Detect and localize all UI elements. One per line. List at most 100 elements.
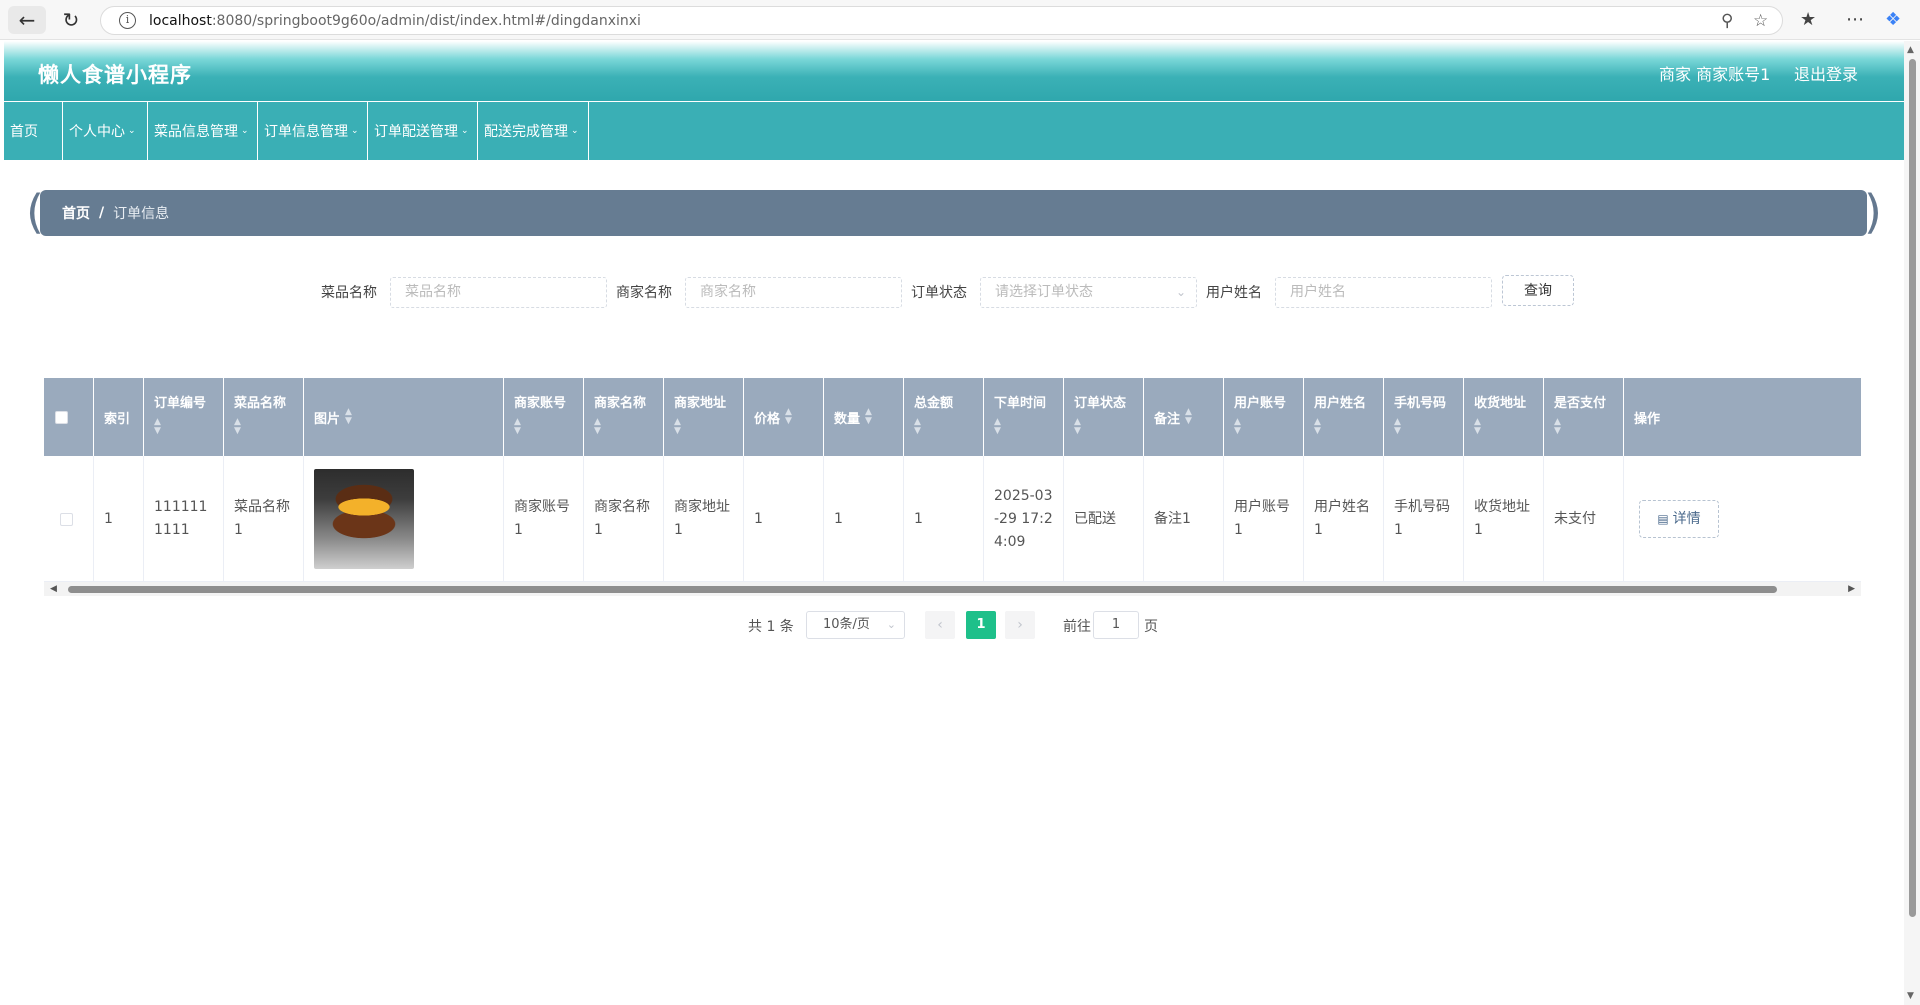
cell-merchant-account: 商家账号1 — [504, 456, 584, 582]
select-all-checkbox-cell — [44, 378, 94, 456]
col-header-remark[interactable]: 备注 ▲ ▼ — [1144, 378, 1224, 456]
cell-remark: 备注1 — [1144, 456, 1224, 582]
order-status-label: 订单状态 — [911, 285, 967, 301]
chevron-down-icon: ⌄ — [1175, 285, 1186, 299]
dish-name-label: 菜品名称 — [321, 285, 377, 301]
scroll-up-icon[interactable]: ▲ — [1907, 45, 1914, 55]
col-header-image[interactable]: 图片 ▲ ▼ — [304, 378, 504, 456]
query-button[interactable]: 查询 — [1502, 275, 1574, 306]
favorites-icon[interactable]: ★ — [1800, 9, 1816, 30]
select-all-checkbox[interactable] — [55, 410, 68, 424]
more-options-icon[interactable]: ⋯ — [1846, 9, 1864, 30]
col-header-address[interactable]: 收货地址 ▲ ▼ — [1464, 378, 1544, 456]
cell-dish-name: 菜品名称1 — [224, 456, 304, 582]
detail-button[interactable]: ▤ 详情 — [1639, 500, 1719, 538]
cell-merchant-name: 商家名称1 — [584, 456, 664, 582]
user-name-input[interactable]: 用户姓名 — [1275, 277, 1492, 308]
col-header-merchant-address[interactable]: 商家地址 ▲ ▼ — [664, 378, 744, 456]
sort-icon[interactable]: ▲ ▼ — [994, 418, 1063, 436]
dish-name-input[interactable]: 菜品名称 — [390, 277, 607, 308]
col-header-index: 索引 — [94, 378, 144, 456]
favorite-star-icon[interactable]: ☆ — [1753, 11, 1768, 31]
horizontal-scroll-thumb[interactable] — [68, 586, 1777, 593]
menu-item-order-management[interactable]: 订单信息管理 ⌄ — [258, 102, 368, 160]
table-horizontal-scrollbar[interactable]: ◀ ▶ — [44, 582, 1861, 596]
copilot-icon[interactable]: ❖ — [1885, 9, 1901, 30]
prev-page-button[interactable]: ‹ — [925, 611, 955, 639]
row-checkbox[interactable] — [60, 512, 73, 526]
chevron-down-icon: ⌄ — [461, 126, 469, 136]
sort-icon[interactable]: ▲ ▼ — [1314, 418, 1383, 436]
current-page-button[interactable]: 1 — [966, 611, 996, 639]
page-vertical-scrollbar[interactable]: ▲ ▼ — [1904, 41, 1920, 1005]
col-header-phone[interactable]: 手机号码 ▲ ▼ — [1384, 378, 1464, 456]
scroll-left-icon[interactable]: ◀ — [50, 582, 57, 596]
url-text[interactable]: localhost:8080/springboot9g60o/admin/dis… — [149, 13, 641, 29]
page-size-select[interactable]: 10条/页 ⌄ — [806, 611, 905, 639]
user-name-label: 用户姓名 — [1206, 285, 1262, 301]
sort-icon[interactable]: ▲ ▼ — [1474, 418, 1543, 436]
vertical-scroll-thumb[interactable] — [1909, 59, 1916, 917]
col-header-user-name[interactable]: 用户姓名 ▲ ▼ — [1304, 378, 1384, 456]
menu-item-personal-center[interactable]: 个人中心 ⌄ — [63, 102, 148, 160]
goto-page-input[interactable]: 1 — [1093, 611, 1139, 639]
cell-merchant-address: 商家地址1 — [664, 456, 744, 582]
sort-icon[interactable]: ▲ ▼ — [154, 418, 223, 436]
address-bar[interactable]: i localhost:8080/springboot9g60o/admin/d… — [100, 6, 1783, 35]
col-header-merchant-account[interactable]: 商家账号 ▲ ▼ — [504, 378, 584, 456]
cell-order-status: 已配送 — [1064, 456, 1144, 582]
key-icon[interactable]: ⚲ — [1721, 11, 1733, 31]
breadcrumb-decor-right: ) — [1864, 185, 1882, 239]
col-header-user-account[interactable]: 用户账号 ▲ ▼ — [1224, 378, 1304, 456]
sort-icon[interactable]: ▲ ▼ — [345, 408, 352, 426]
sort-icon[interactable]: ▲ ▼ — [1234, 418, 1303, 436]
cell-index: 1 — [94, 456, 144, 582]
sort-icon[interactable]: ▲ ▼ — [1554, 418, 1623, 436]
logout-link[interactable]: 退出登录 — [1794, 61, 1858, 85]
sort-icon[interactable]: ▲ ▼ — [514, 418, 583, 436]
cell-phone: 手机号码1 — [1384, 456, 1464, 582]
menu-item-delivery-management[interactable]: 订单配送管理 ⌄ — [368, 102, 478, 160]
menu-item-home[interactable]: 首页 — [4, 102, 63, 160]
sort-icon[interactable]: ▲ ▼ — [865, 408, 872, 426]
col-header-merchant-name[interactable]: 商家名称 ▲ ▼ — [584, 378, 664, 456]
sort-icon[interactable]: ▲ ▼ — [785, 408, 792, 426]
next-page-button[interactable]: › — [1005, 611, 1035, 639]
col-header-order-time[interactable]: 下单时间 ▲ ▼ — [984, 378, 1064, 456]
col-header-total[interactable]: 总金额 ▲ ▼ — [904, 378, 984, 456]
cell-paid: 未支付 — [1544, 456, 1624, 582]
col-header-paid[interactable]: 是否支付 ▲ ▼ — [1544, 378, 1624, 456]
back-arrow-icon[interactable]: ← — [8, 6, 46, 34]
scroll-down-icon[interactable]: ▼ — [1907, 991, 1914, 1001]
sort-icon[interactable]: ▲ ▼ — [1185, 408, 1192, 426]
sort-icon[interactable]: ▲ ▼ — [674, 418, 743, 436]
menu-item-dish-management[interactable]: 菜品信息管理 ⌄ — [148, 102, 258, 160]
sort-icon[interactable]: ▲ ▼ — [234, 418, 303, 436]
merchant-name-input[interactable]: 商家名称 — [685, 277, 902, 308]
dish-photo — [314, 469, 414, 569]
cell-order-time: 2025-03-29 17:24:09 — [984, 456, 1064, 582]
sort-icon[interactable]: ▲ ▼ — [594, 418, 663, 436]
sort-icon[interactable]: ▲ ▼ — [1074, 418, 1143, 436]
cell-user-account: 用户账号1 — [1224, 456, 1304, 582]
sort-icon[interactable]: ▲ ▼ — [1394, 418, 1463, 436]
col-header-dish-name[interactable]: 菜品名称 ▲ ▼ — [224, 378, 304, 456]
cell-actions: ▤ 详情 — [1624, 456, 1861, 582]
breadcrumb-home[interactable]: 首页 — [62, 203, 90, 223]
cell-price: 1 — [744, 456, 824, 582]
row-checkbox-cell — [44, 456, 94, 582]
col-header-order-status[interactable]: 订单状态 ▲ ▼ — [1064, 378, 1144, 456]
reload-icon[interactable]: ↻ — [52, 6, 90, 34]
col-header-quantity[interactable]: 数量 ▲ ▼ — [824, 378, 904, 456]
app-header: 懒人食谱小程序 商家 商家账号1 退出登录 — [4, 41, 1904, 101]
col-header-price[interactable]: 价格 ▲ ▼ — [744, 378, 824, 456]
chevron-down-icon: ⌄ — [571, 126, 579, 136]
sort-icon[interactable]: ▲ ▼ — [914, 418, 983, 436]
cell-quantity: 1 — [824, 456, 904, 582]
cell-user-name: 用户姓名1 — [1304, 456, 1384, 582]
order-status-select[interactable]: 请选择订单状态 ⌄ — [980, 277, 1197, 308]
info-icon[interactable]: i — [119, 12, 136, 29]
scroll-right-icon[interactable]: ▶ — [1848, 582, 1855, 596]
col-header-order-no[interactable]: 订单编号 ▲ ▼ — [144, 378, 224, 456]
menu-item-delivery-complete-management[interactable]: 配送完成管理 ⌄ — [478, 102, 589, 160]
